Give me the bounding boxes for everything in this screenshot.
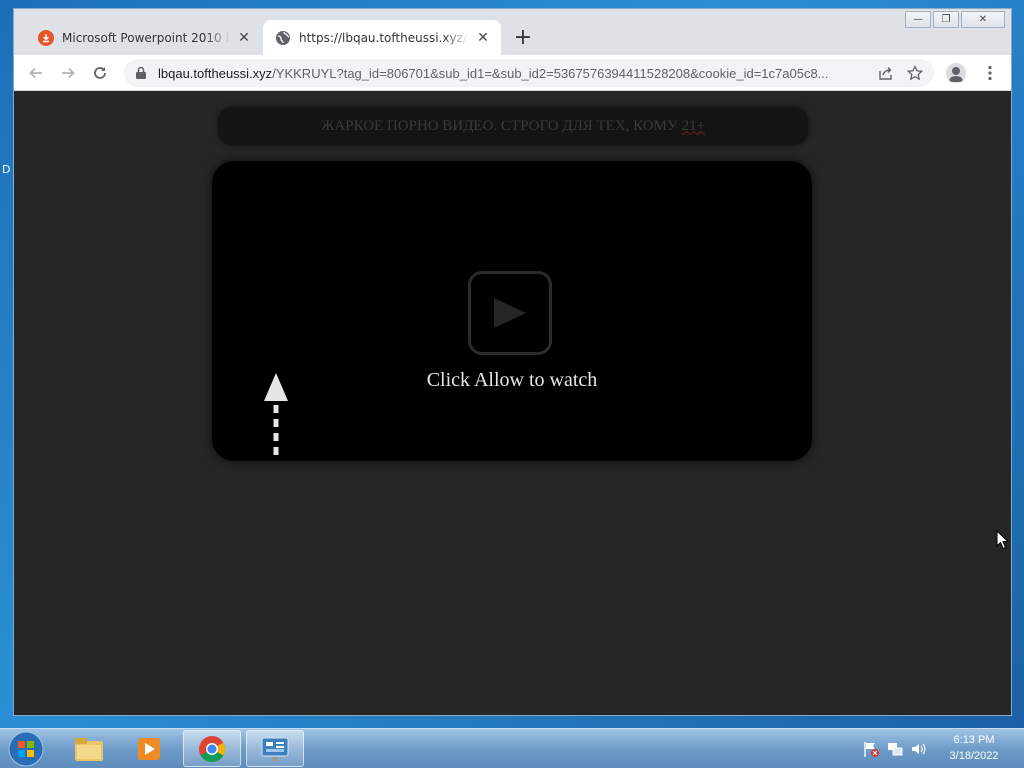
url-text[interactable]: lbqau.toftheussi.xyz/YKKRUYL?tag_id=8067…	[158, 66, 866, 81]
reload-icon	[94, 67, 106, 79]
taskbar-control-panel-button[interactable]	[246, 730, 304, 767]
banner-text: ЖАРКОЕ ПОРНО ВИДЕО. СТРОГО ДЛЯ ТЕХ, КОМУ	[320, 117, 678, 134]
page-banner: ЖАРКОЕ ПОРНО ВИДЕО. СТРОГО ДЛЯ ТЕХ, КОМУ…	[218, 107, 808, 145]
taskbar-explorer-button[interactable]	[60, 730, 118, 767]
tab-close-icon[interactable]: ✕	[236, 30, 252, 46]
menu-kebab-icon[interactable]	[980, 61, 1000, 85]
window-controls: — ❐ ✕	[903, 11, 1005, 28]
close-window-button[interactable]: ✕	[961, 11, 1005, 28]
taskbar-clock[interactable]: 6:13 PM 3/18/2022	[940, 732, 1008, 764]
forward-button[interactable]	[56, 61, 80, 85]
chrome-icon	[199, 735, 226, 762]
tab-powerpoint-download[interactable]: Microsoft Powerpoint 2010 Free Download …	[26, 20, 262, 55]
browser-window: Microsoft Powerpoint 2010 Free Download …	[13, 8, 1012, 716]
clock-time: 6:13 PM	[953, 734, 995, 746]
taskbar-chrome-button[interactable]	[183, 730, 241, 767]
arrow-left-icon	[29, 67, 42, 79]
video-player[interactable]: Click Allow to watch	[212, 161, 812, 461]
taskbar: 6:13 PM 3/18/2022	[0, 728, 1024, 768]
share-icon[interactable]	[874, 62, 896, 84]
tab-title: https://lbqau.toftheussi.xyz/YKKRUYL	[299, 30, 469, 45]
player-caption: Click Allow to watch	[426, 369, 598, 391]
clock-date: 3/18/2022	[949, 750, 999, 762]
tab-active-page[interactable]: https://lbqau.toftheussi.xyz/YKKRUYL ✕	[263, 20, 501, 55]
banner-age-label: 21+	[681, 117, 706, 134]
play-icon[interactable]	[468, 271, 552, 355]
url-host: lbqau.toftheussi.xyz	[158, 65, 273, 81]
mouse-cursor-icon	[996, 530, 1010, 550]
download-icon	[38, 29, 54, 46]
action-center-flag-icon[interactable]	[862, 740, 880, 758]
arrow-up-icon	[264, 373, 288, 459]
windows-logo-icon	[8, 731, 44, 767]
arrow-right-icon	[62, 67, 75, 79]
desktop-edge-text: D	[2, 163, 11, 176]
page-viewport: ЖАРКОЕ ПОРНО ВИДЕО. СТРОГО ДЛЯ ТЕХ, КОМУ…	[14, 91, 1011, 715]
restore-button[interactable]: ❐	[933, 11, 959, 28]
minimize-button[interactable]: —	[905, 11, 931, 28]
start-button[interactable]	[6, 730, 46, 768]
tab-title: Microsoft Powerpoint 2010 Free Download	[62, 30, 230, 45]
volume-icon[interactable]	[910, 740, 928, 758]
globe-icon	[275, 30, 291, 46]
media-player-icon	[138, 737, 160, 760]
tab-strip: Microsoft Powerpoint 2010 Free Download …	[14, 9, 1011, 55]
taskbar-media-player-button[interactable]	[120, 730, 178, 767]
address-bar[interactable]: lbqau.toftheussi.xyz/YKKRUYL?tag_id=8067…	[124, 59, 934, 87]
bookmark-star-icon[interactable]	[904, 62, 926, 84]
control-panel-icon	[261, 737, 289, 761]
browser-toolbar: lbqau.toftheussi.xyz/YKKRUYL?tag_id=8067…	[14, 55, 1011, 91]
folder-icon	[75, 737, 103, 761]
system-tray	[862, 729, 934, 768]
url-path: /YKKRUYL?tag_id=806701&sub_id1=&sub_id2=…	[272, 65, 829, 81]
lock-icon[interactable]	[134, 66, 148, 80]
back-button[interactable]	[24, 61, 48, 85]
reload-button[interactable]	[88, 61, 112, 85]
profile-avatar-icon[interactable]	[946, 63, 966, 83]
tab-close-icon[interactable]: ✕	[475, 30, 491, 46]
network-icon[interactable]	[886, 740, 904, 758]
new-tab-button[interactable]: +	[511, 25, 535, 50]
